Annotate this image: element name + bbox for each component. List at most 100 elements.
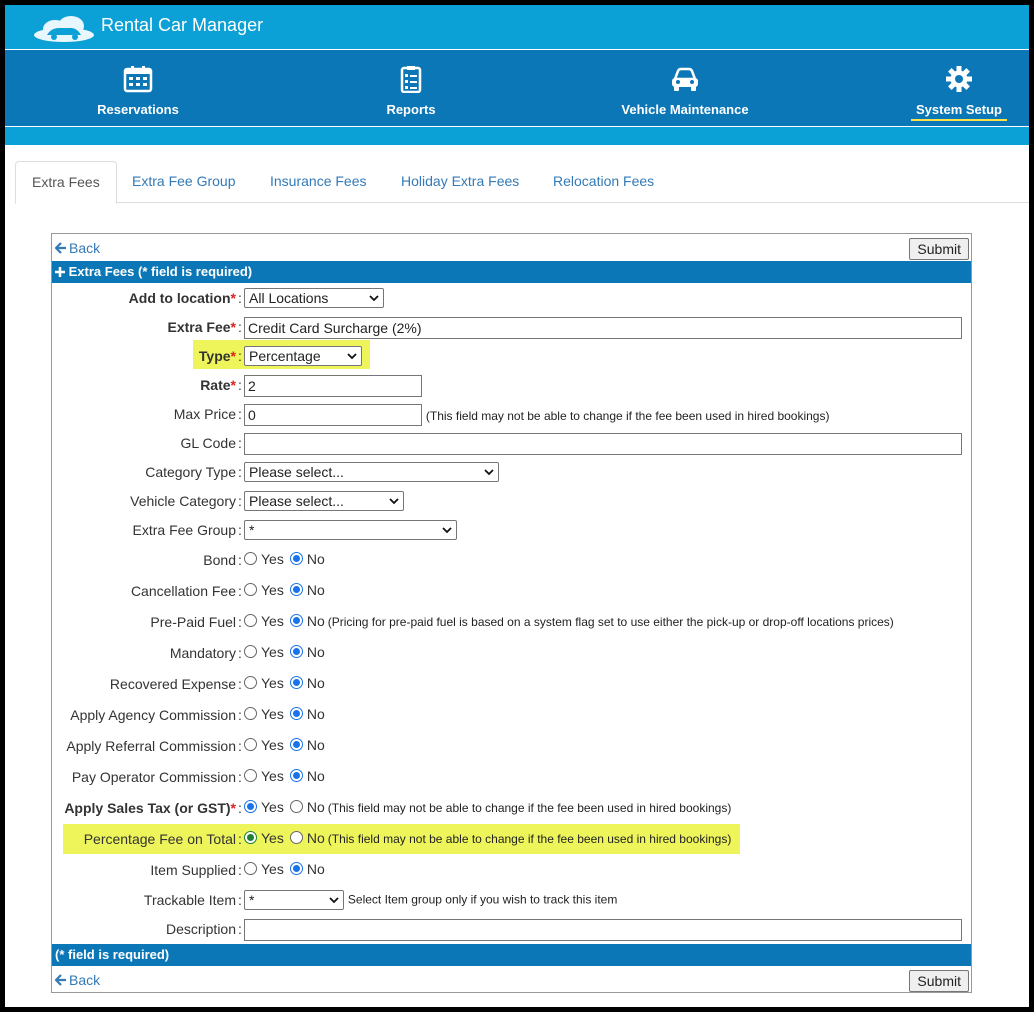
row-rate: Rate* :	[52, 373, 971, 399]
submit-button-bottom[interactable]: Submit	[909, 970, 969, 992]
row-cancellation-fee: Cancellation Fee : Yes No	[130, 582, 325, 599]
apply-agency-commission-yes-radio[interactable]	[244, 707, 257, 720]
chevron-down-icon	[484, 469, 494, 476]
nav-reservations[interactable]: Reservations	[78, 50, 198, 126]
app-title: Rental Car Manager	[101, 15, 264, 35]
row-item-supplied: Item Supplied : Yes No	[150, 861, 325, 878]
vehicle-category-select[interactable]: Please select...	[244, 491, 404, 511]
apply-agency-commission-no-radio[interactable]	[289, 707, 303, 720]
pre-paid-fuel-yes-radio[interactable]	[244, 614, 257, 627]
pay-operator-commission-yes-radio[interactable]	[244, 769, 257, 782]
chevron-down-icon	[347, 353, 357, 360]
nav-vehicle-maintenance[interactable]: Vehicle Maintenance	[605, 50, 765, 126]
tab-relocation-fees[interactable]: Relocation Fees	[537, 161, 670, 203]
tab-extra-fees[interactable]: Extra Fees	[15, 161, 117, 204]
rate-input[interactable]	[244, 375, 422, 397]
row-apply-referral-commission: Apply Referral Commission : Yes No	[66, 737, 325, 754]
cancellation-fee-yes-radio[interactable]	[244, 583, 257, 596]
row-gl-code: GL Code :	[52, 431, 971, 457]
nav-system-setup-label: System Setup	[916, 102, 1002, 117]
pre-paid-fuel-label: Pre-Paid Fuel	[150, 614, 236, 630]
nav-vehicle-maintenance-label: Vehicle Maintenance	[621, 102, 749, 117]
pay-operator-commission-no-radio[interactable]	[289, 769, 303, 782]
item-supplied-label: Item Supplied	[150, 862, 236, 878]
recovered-expense-yes-radio[interactable]	[244, 676, 257, 689]
nav-system-setup[interactable]: System Setup	[899, 50, 1019, 126]
form-footer-bar: (* field is required)	[52, 944, 971, 966]
extra-fee-form: Back Submit Extra Fees (* field is requi…	[51, 233, 972, 993]
extra-fee-group-label: Extra Fee Group	[132, 522, 237, 538]
chevron-down-icon	[329, 897, 339, 904]
item-supplied-yes-radio[interactable]	[244, 862, 257, 875]
add-to-location-select[interactable]: All Locations	[244, 288, 384, 308]
apply-sales-tax-yes-radio[interactable]	[244, 800, 257, 813]
nav-reports-label: Reports	[386, 102, 436, 117]
apply-agency-commission-label: Apply Agency Commission	[70, 707, 236, 723]
tab-insurance-fees[interactable]: Insurance Fees	[254, 161, 383, 203]
trackable-item-note: Select Item group only if you wish to tr…	[347, 892, 618, 907]
extra-fee-group-select[interactable]: *	[244, 520, 457, 540]
cancellation-fee-no-radio[interactable]	[289, 583, 303, 596]
item-supplied-no-radio[interactable]	[289, 862, 303, 875]
row-vehicle-category: Vehicle Category : Please select...	[52, 489, 971, 515]
apply-referral-commission-label: Apply Referral Commission	[66, 738, 236, 754]
row-add-to-location: Add to location* : All Locations	[52, 286, 971, 312]
type-select[interactable]: Percentage	[244, 346, 362, 366]
bond-no-radio[interactable]	[289, 552, 303, 565]
mandatory-no-radio[interactable]	[289, 645, 303, 658]
form-header-bar: Extra Fees (* field is required)	[52, 261, 971, 283]
tab-extra-fee-group[interactable]: Extra Fee Group	[116, 161, 252, 203]
percentage-fee-on-total-note: (This field may not be able to change if…	[327, 832, 732, 846]
main-nav: Reservations Reports Vehicle Maintenance	[5, 50, 1029, 126]
vehicle-category-label: Vehicle Category	[130, 493, 236, 509]
description-label: Description	[165, 921, 236, 937]
type-label: Type*	[198, 348, 236, 364]
apply-sales-tax-label: Apply Sales Tax (or GST)*	[64, 800, 236, 816]
apply-referral-commission-yes-radio[interactable]	[244, 738, 257, 751]
description-input[interactable]	[244, 919, 962, 941]
row-description: Description :	[52, 917, 971, 943]
bond-yes-radio[interactable]	[244, 552, 257, 565]
form-footer-text: (* field is required)	[55, 947, 170, 962]
tab-holiday-extra-fees[interactable]: Holiday Extra Fees	[385, 161, 535, 203]
arrow-left-icon	[55, 242, 66, 254]
percentage-fee-on-total-label: Percentage Fee on Total	[83, 831, 236, 847]
row-max-price: Max Price : (This field may not be able …	[52, 402, 971, 428]
calendar-icon	[123, 66, 153, 93]
trackable-item-select[interactable]: *	[244, 890, 344, 910]
row-apply-agency-commission: Apply Agency Commission : Yes No	[70, 706, 325, 723]
back-link-top[interactable]: Back	[55, 240, 100, 256]
arrow-left-icon	[55, 974, 66, 986]
mandatory-label: Mandatory	[169, 645, 236, 661]
row-pre-paid-fuel: Pre-Paid Fuel : Yes No (Pricing for pre-pa…	[150, 613, 894, 630]
row-type: Type* : Percentage	[52, 344, 971, 370]
row-extra-fee: Extra Fee* :	[52, 315, 971, 341]
category-type-select[interactable]: Please select...	[244, 462, 499, 482]
sub-header-bar	[5, 127, 1029, 145]
category-type-label: Category Type	[145, 464, 236, 480]
row-apply-sales-tax: Apply Sales Tax (or GST)* : Yes No (This f…	[64, 799, 732, 816]
extra-fee-input[interactable]	[244, 317, 962, 339]
apply-sales-tax-note: (This field may not be able to change if…	[327, 801, 732, 815]
gl-code-input[interactable]	[244, 433, 962, 455]
apply-referral-commission-no-radio[interactable]	[289, 738, 303, 751]
nav-reservations-label: Reservations	[97, 102, 179, 117]
back-link-bottom[interactable]: Back	[55, 972, 100, 988]
apply-sales-tax-no-radio[interactable]	[289, 800, 303, 813]
gl-code-label: GL Code	[180, 435, 236, 451]
percentage-fee-on-total-yes-radio[interactable]	[244, 831, 257, 844]
row-mandatory: Mandatory : Yes No	[169, 644, 325, 661]
back-label: Back	[69, 240, 101, 256]
recovered-expense-no-radio[interactable]	[289, 676, 303, 689]
percentage-fee-on-total-no-radio[interactable]	[289, 831, 303, 844]
mandatory-yes-radio[interactable]	[244, 645, 257, 658]
nav-reports[interactable]: Reports	[361, 50, 461, 126]
submit-button-top[interactable]: Submit	[909, 238, 969, 260]
pre-paid-fuel-note: (Pricing for pre-paid fuel is based on a…	[327, 615, 894, 629]
app-header: Rental Car Manager	[5, 5, 1029, 49]
row-trackable-item: Trackable Item : * Select Item group onl…	[143, 890, 618, 910]
row-extra-fee-group: Extra Fee Group : *	[52, 518, 971, 544]
max-price-input[interactable]	[244, 404, 422, 426]
gear-icon	[946, 66, 972, 92]
pre-paid-fuel-no-radio[interactable]	[289, 614, 303, 627]
